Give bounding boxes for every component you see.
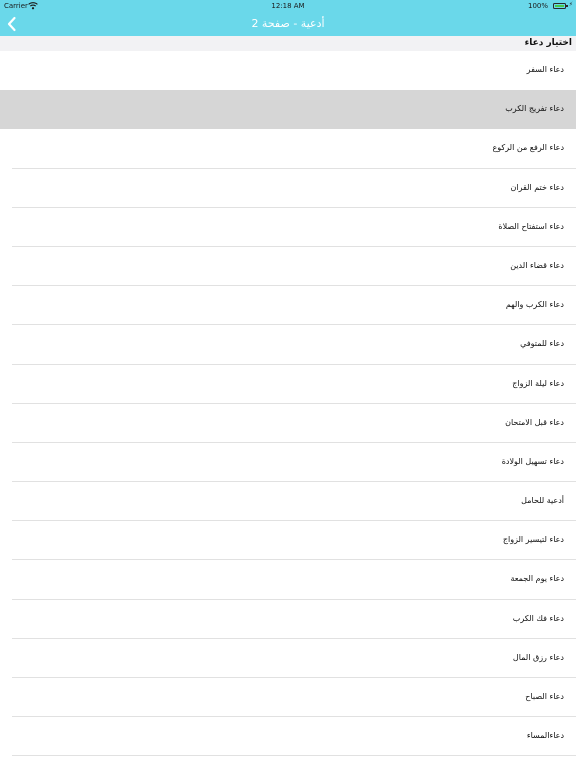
list-item-label: دعاء لتيسير الزواج (502, 535, 564, 545)
list-item[interactable]: دعاء الصباح (0, 678, 576, 718)
list-item[interactable]: دعاء استفتاح الصلاة (0, 208, 576, 247)
list-item-label: دعاء يوم الجمعة (510, 574, 564, 584)
list-item[interactable]: دعاء ليلة الزواج (0, 365, 576, 404)
list-item[interactable]: دعاء الرفع من الركوع (0, 129, 576, 169)
list-item[interactable]: دعاء لتيسير الزواج (0, 521, 576, 561)
list-item[interactable]: دعاء رزق المال (0, 639, 576, 678)
list-item[interactable]: دعاء قبل الامتحان (0, 404, 576, 443)
list-item[interactable]: دعاء السفر (0, 51, 576, 90)
list-item-label: دعاءالمساء (526, 731, 564, 741)
list-item-label: دعاء الصباح (525, 692, 564, 701)
list-item-label: دعاء قضاء الدين (510, 260, 564, 270)
list-item-label: دعاء استفتاح الصلاة (498, 221, 564, 231)
section-title: اختيار دعاء (524, 38, 572, 48)
status-bar: Carrier 12:18 AM 100% ⚡ (0, 0, 576, 12)
prayer-list: دعاء السفر دعاء تفريج الكرب دعاء الرفع من … (0, 51, 576, 757)
section-header: اختيار دعاء (0, 36, 576, 51)
list-item-label: دعاء ليلة الزواج (512, 378, 564, 388)
list-item[interactable]: دعاءالمساء (0, 717, 576, 757)
page-title: أدعية - صفحة 2 (251, 17, 325, 30)
list-item[interactable]: دعاء للمتوفي (0, 325, 576, 365)
battery-icon (553, 3, 568, 9)
list-item-label: دعاء الكرب والهم (505, 300, 564, 310)
list-item[interactable]: دعاء تسهيل الولادة (0, 443, 576, 483)
list-item[interactable]: دعاء تفريج الكرب (0, 90, 576, 130)
list-item-label: دعاء للمتوفي (520, 339, 564, 349)
list-item-label: أدعية للحامل (521, 496, 564, 506)
list-item-label: دعاء الرفع من الركوع (492, 143, 564, 153)
list-item-label: دعاء فك الكرب (512, 613, 564, 623)
list-item-label: دعاء تسهيل الولادة (501, 456, 564, 466)
list-item-label: دعاء ختم القران (510, 182, 564, 192)
charging-bolt-icon: ⚡ (568, 1, 573, 8)
navigation-bar: أدعية - صفحة 2 (0, 12, 576, 36)
list-item[interactable]: دعاء فك الكرب (0, 600, 576, 639)
list-item[interactable]: دعاء يوم الجمعة (0, 560, 576, 600)
list-item[interactable]: دعاء ختم القران (0, 169, 576, 208)
battery-percent: 100% (527, 2, 548, 10)
list-item-label: دعاء قبل الامتحان (505, 417, 564, 427)
row-divider (12, 755, 576, 757)
list-item[interactable]: دعاء قضاء الدين (0, 247, 576, 287)
list-item-label: دعاء تفريج الكرب (505, 104, 564, 114)
list-item-label: دعاء السفر (526, 65, 564, 74)
list-item-label: دعاء رزق المال (512, 652, 564, 662)
list-item[interactable]: أدعية للحامل (0, 482, 576, 522)
list-item[interactable]: دعاء الكرب والهم (0, 286, 576, 326)
status-time: 12:18 AM (271, 2, 305, 10)
